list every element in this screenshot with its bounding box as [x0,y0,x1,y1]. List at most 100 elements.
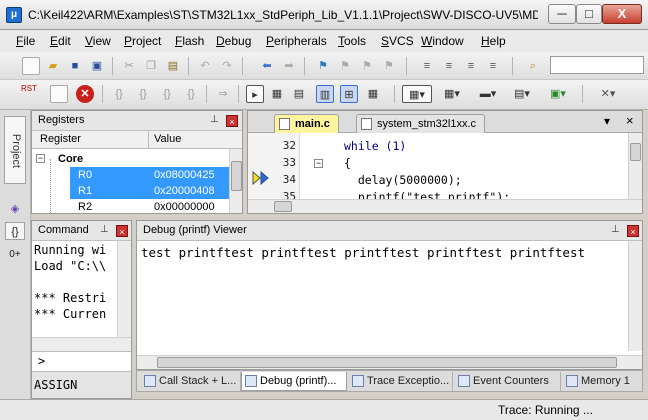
tab-trace-exceptions[interactable]: Trace Exceptio... [349,372,453,391]
register-row[interactable]: R0 0x08000425 [70,167,230,183]
serial-window-dropdown[interactable]: ▦▾ [440,85,464,103]
menu-help[interactable]: Help [481,34,506,48]
unindent-icon[interactable]: ≡ [440,57,458,75]
memory-window-dropdown[interactable]: ▦▾ [402,85,432,103]
register-row[interactable]: R1 0x20000408 [70,183,230,199]
bookmark-icon[interactable]: ⚑ [314,57,332,75]
prev-bookmark-icon[interactable]: ⚑ [336,57,354,75]
printf-output[interactable]: test printftest printftest printftest pr… [141,245,585,260]
navigate-back-icon[interactable]: ⬅ [258,57,276,75]
menu-debug[interactable]: Debug [216,34,251,48]
menu-window[interactable]: Window [421,34,464,48]
close-icon[interactable]: × [627,225,639,237]
books-icon[interactable]: ◈ [5,200,25,218]
collapse-icon[interactable]: − [36,154,45,163]
new-file-icon[interactable] [22,57,40,75]
menu-flash[interactable]: Flash [175,34,204,48]
call-stack-icon [144,375,156,387]
execution-arrow-icon [252,170,270,186]
close-tab-icon[interactable]: × [626,113,634,128]
tab-main-c[interactable]: main.c [274,114,339,133]
save-all-icon[interactable]: ▣ [88,57,106,75]
indent-icon[interactable]: ≡ [418,57,436,75]
project-tab[interactable]: Project [4,116,26,184]
uncomment-icon[interactable]: ≡ [484,57,502,75]
run-to-cursor-icon[interactable]: {} [182,85,200,103]
menu-file[interactable]: File [16,34,35,48]
watch-windows-icon[interactable]: ▦ [364,85,382,103]
navigate-forward-icon[interactable]: ➡ [280,57,298,75]
analysis-window-dropdown[interactable]: ▬▾ [476,85,500,103]
code-line[interactable]: { [344,156,351,170]
open-folder-icon[interactable]: ▰ [44,57,62,75]
find-in-files-icon[interactable]: ⌕ [524,57,542,75]
braces-icon[interactable]: {} [5,222,25,240]
reset-cpu-button[interactable]: RST [18,84,40,102]
menu-tools[interactable]: Tools [338,34,366,48]
maximize-button[interactable]: □ [576,4,602,24]
code-line[interactable]: while (1) [344,139,406,153]
call-stack-icon[interactable]: ⊞ [340,85,358,103]
disassembly-icon[interactable]: ▦ [268,85,286,103]
source-editor: main.c system_stm32l1xx.c ▾ × 32 33 34 3… [247,110,643,214]
editor-vertical-scrollbar[interactable] [628,133,642,205]
symbols-icon[interactable]: ▤ [290,85,308,103]
pin-icon[interactable]: ⊥ [611,224,620,235]
register-row[interactable]: R2 0x00000000 [70,199,230,213]
close-window-button[interactable]: X [602,4,642,24]
system-viewer-dropdown[interactable]: ▣▾ [544,85,572,103]
menu-bar: File Edit View Project Flash Debug Perip… [0,30,648,52]
redo-icon[interactable]: ↷ [218,57,236,75]
pin-icon[interactable]: ⊥ [100,224,109,235]
clear-bookmarks-icon[interactable]: ⚑ [380,57,398,75]
code-line[interactable]: delay(5000000); [344,173,462,187]
tab-call-stack[interactable]: Call Stack + L... [141,372,241,391]
find-input[interactable] [550,56,644,74]
column-register[interactable]: Register [40,133,81,145]
copy-icon[interactable]: ❐ [142,57,160,75]
minimize-button[interactable]: ─ [548,4,576,24]
command-horizontal-scrollbar[interactable] [32,337,131,351]
fold-icon[interactable]: − [314,159,323,168]
stop-icon[interactable]: ✕ [76,85,94,103]
command-input[interactable]: > [32,351,131,369]
cut-icon[interactable]: ✂ [120,57,138,75]
tab-debug-printf[interactable]: Debug (printf)... [241,372,347,391]
toolbox-dropdown[interactable]: ✕▾ [594,85,622,103]
editor-horizontal-scrollbar[interactable] [248,199,642,213]
title-bar[interactable]: μ C:\Keil422\ARM\Examples\ST\STM32L1xx_S… [0,0,648,30]
menu-svcs[interactable]: SVCS [381,34,414,48]
tab-memory-1[interactable]: Memory 1 [563,372,639,391]
register-group-core[interactable]: − Core [32,151,230,167]
printf-vertical-scrollbar[interactable] [628,241,642,351]
registers-window-icon[interactable]: ▥ [316,85,334,103]
step-over-icon[interactable]: {} [134,85,152,103]
step-out-icon[interactable]: {} [158,85,176,103]
step-into-icon[interactable]: {} [110,85,128,103]
next-bookmark-icon[interactable]: ⚑ [358,57,376,75]
tab-list-icon[interactable]: ▾ [604,114,610,128]
column-value[interactable]: Value [154,133,181,145]
close-icon[interactable]: × [226,115,238,127]
tab-system-stm32l1xx-c[interactable]: system_stm32l1xx.c [356,114,486,133]
paste-icon[interactable]: ▤ [164,57,182,75]
save-icon[interactable]: ■ [66,57,84,75]
close-icon[interactable]: × [116,225,128,237]
undo-icon[interactable]: ↶ [196,57,214,75]
command-vertical-scrollbar[interactable] [117,241,131,351]
menu-peripherals[interactable]: Peripherals [266,34,327,48]
tab-event-counters[interactable]: Event Counters [455,372,561,391]
function-icon[interactable]: 0+ [5,246,25,264]
trace-window-dropdown[interactable]: ▤▾ [510,85,534,103]
menu-view[interactable]: View [85,34,111,48]
show-next-statement-icon[interactable]: ⇒ [214,85,232,103]
command-window-icon[interactable]: ▸ [246,85,264,103]
menu-project[interactable]: Project [124,34,161,48]
registers-scrollbar[interactable] [229,149,242,213]
printf-horizontal-scrollbar[interactable] [137,355,642,369]
pin-icon[interactable]: ⊥ [210,114,219,125]
menu-edit[interactable]: Edit [50,34,71,48]
comment-icon[interactable]: ≡ [462,57,480,75]
tab-label: Debug (printf)... [260,375,337,387]
run-script-icon[interactable] [50,85,68,103]
